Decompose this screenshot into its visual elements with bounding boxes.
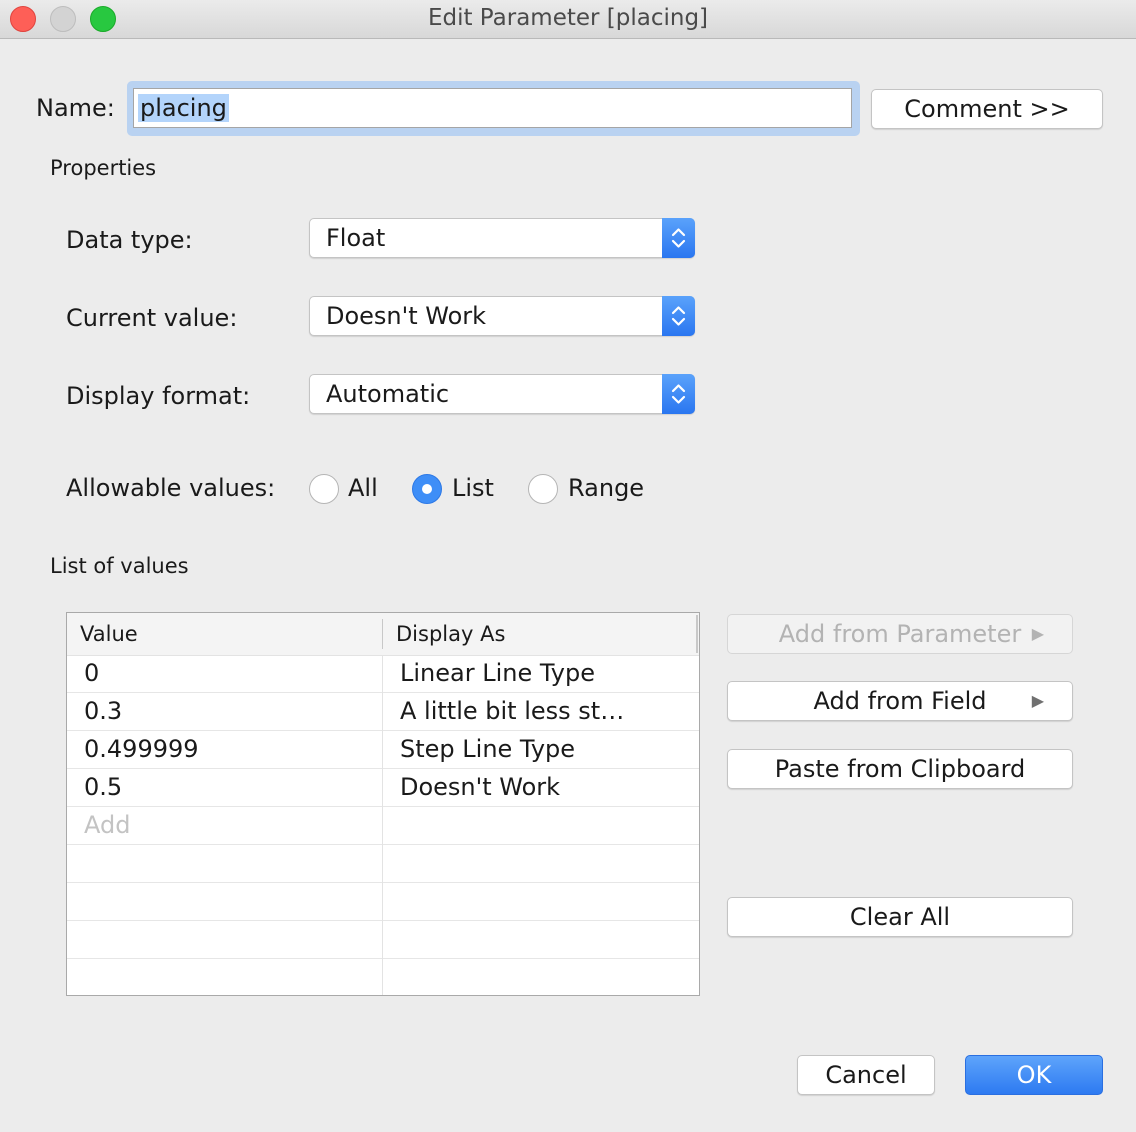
radio-range[interactable]: [528, 474, 558, 504]
display-format-value: Automatic: [326, 380, 450, 408]
radio-list-label: List: [452, 474, 494, 502]
allowable-values-label: Allowable values:: [66, 474, 276, 502]
display-format-select[interactable]: Automatic: [309, 374, 695, 414]
current-value-stepper-icon: [662, 296, 695, 336]
column-divider: [382, 655, 383, 995]
comment-button[interactable]: Comment >>: [871, 89, 1103, 129]
display-format-stepper-icon: [662, 374, 695, 414]
add-from-field-button[interactable]: Add from Field ▶: [727, 681, 1073, 721]
column-header-display-as[interactable]: Display As: [396, 613, 505, 655]
ok-button[interactable]: OK: [965, 1055, 1103, 1095]
radio-list[interactable]: [412, 474, 442, 504]
value-cell[interactable]: 0.5: [84, 769, 122, 806]
display-format-label: Display format:: [66, 382, 251, 410]
add-from-parameter-label: Add from Parameter: [778, 620, 1022, 648]
display-as-cell[interactable]: Step Line Type: [400, 731, 575, 768]
radio-range-label: Range: [568, 474, 645, 502]
table-row[interactable]: 0.5 Doesn't Work: [67, 769, 699, 807]
add-from-field-label: Add from Field: [813, 687, 987, 715]
current-value-value: Doesn't Work: [326, 302, 487, 330]
table-header: Value Display As: [67, 613, 699, 656]
current-value-select[interactable]: Doesn't Work: [309, 296, 695, 336]
empty-row: [67, 959, 699, 995]
add-from-parameter-button[interactable]: Add from Parameter ▶: [727, 614, 1073, 654]
triangle-right-icon: ▶: [1031, 691, 1044, 710]
radio-all[interactable]: [309, 474, 339, 504]
data-type-label: Data type:: [66, 226, 193, 254]
cancel-button[interactable]: Cancel: [797, 1055, 935, 1095]
value-cell[interactable]: 0.3: [84, 693, 122, 730]
empty-row: [67, 921, 699, 959]
name-label: Name:: [36, 94, 115, 122]
name-input-value: placing: [138, 94, 229, 122]
triangle-right-icon: ▶: [1031, 624, 1044, 643]
list-of-values-heading: List of values: [50, 554, 189, 578]
data-type-value: Float: [326, 224, 386, 252]
column-header-value[interactable]: Value: [80, 613, 138, 655]
column-divider: [696, 615, 698, 653]
table-row[interactable]: 0 Linear Line Type: [67, 655, 699, 693]
name-input[interactable]: placing: [133, 88, 852, 128]
add-value-placeholder[interactable]: Add: [84, 807, 130, 844]
empty-row: [67, 845, 699, 883]
properties-heading: Properties: [50, 156, 157, 180]
display-as-cell[interactable]: A little bit less st…: [400, 693, 624, 730]
paste-from-clipboard-button[interactable]: Paste from Clipboard: [727, 749, 1073, 789]
window-title: Edit Parameter [placing]: [427, 5, 709, 31]
display-as-cell[interactable]: Linear Line Type: [400, 655, 595, 692]
current-value-label: Current value:: [66, 304, 238, 332]
data-type-select[interactable]: Float: [309, 218, 695, 258]
table-row[interactable]: 0.3 A little bit less st…: [67, 693, 699, 731]
empty-row: [67, 883, 699, 921]
clear-all-button[interactable]: Clear All: [727, 897, 1073, 937]
column-divider: [382, 619, 383, 649]
radio-all-label: All: [348, 474, 378, 502]
table-row[interactable]: 0.499999 Step Line Type: [67, 731, 699, 769]
data-type-stepper-icon: [662, 218, 695, 258]
value-cell[interactable]: 0.499999: [84, 731, 199, 768]
value-cell[interactable]: 0: [84, 655, 99, 692]
title-bar: Edit Parameter [placing]: [0, 0, 1136, 39]
values-table: Value Display As 0 Linear Line Type 0.3 …: [66, 612, 700, 996]
add-row[interactable]: Add: [67, 807, 699, 845]
display-as-cell[interactable]: Doesn't Work: [400, 769, 560, 806]
